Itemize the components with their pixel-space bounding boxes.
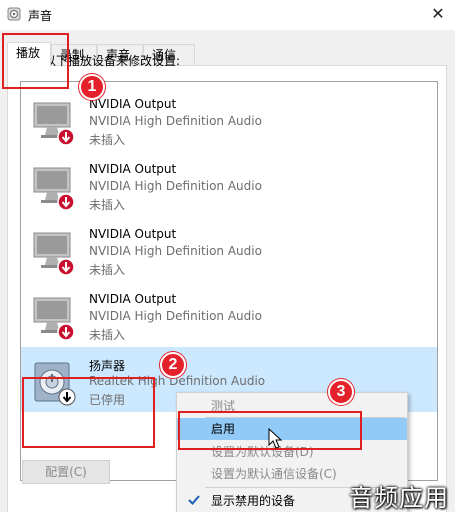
monitor-icon — [33, 232, 75, 276]
checkmark-icon — [188, 495, 200, 505]
device-description: NVIDIA High Definition Audio — [89, 179, 262, 193]
device-name: NVIDIA Output — [89, 227, 177, 241]
device-name: NVIDIA Output — [89, 97, 177, 111]
device-status: 已停用 — [89, 393, 126, 407]
mouse-cursor-icon — [268, 428, 283, 449]
device-status: 未插入 — [89, 133, 126, 147]
close-button[interactable]: ✕ — [421, 0, 455, 30]
device-item[interactable]: NVIDIA Output NVIDIA High Definition Aud… — [21, 152, 437, 217]
device-status: 未插入 — [89, 198, 126, 212]
window-title: 声音 — [28, 9, 53, 23]
device-description: NVIDIA High Definition Audio — [89, 244, 262, 258]
menu-item-enable[interactable]: 启用 — [177, 418, 407, 440]
speaker-app-icon — [7, 7, 21, 21]
device-status: 未插入 — [89, 328, 126, 342]
device-description: NVIDIA High Definition Audio — [89, 309, 262, 323]
device-status: 未插入 — [89, 263, 126, 277]
device-name: NVIDIA Output — [89, 162, 177, 176]
monitor-icon — [33, 297, 75, 341]
device-item[interactable]: NVIDIA Output NVIDIA High Definition Aud… — [21, 282, 437, 347]
menu-item-test[interactable]: 测试 — [177, 395, 407, 417]
monitor-icon — [33, 102, 75, 146]
monitor-icon — [33, 167, 75, 211]
menu-item-set-default[interactable]: 设置为默认设备(D) — [177, 441, 407, 463]
menu-item-label: 显示禁用的设备 — [211, 494, 296, 508]
speaker-icon — [34, 362, 76, 406]
tab-label: 播放 — [16, 46, 41, 60]
title-bar: 声音 ✕ — [0, 0, 455, 30]
tab-playback[interactable]: 播放 — [7, 42, 51, 67]
step-badge-2: 2 — [160, 352, 186, 378]
step-badge-3: 3 — [328, 379, 354, 405]
device-name: NVIDIA Output — [89, 292, 177, 306]
configure-button[interactable]: 配置(C) — [22, 460, 110, 484]
watermark-text: 音频应用 — [349, 484, 449, 512]
device-description: NVIDIA High Definition Audio — [89, 114, 262, 128]
step-badge-1: 1 — [79, 74, 105, 100]
device-name: 扬声器 — [89, 359, 126, 373]
device-item[interactable]: NVIDIA Output NVIDIA High Definition Aud… — [21, 217, 437, 282]
